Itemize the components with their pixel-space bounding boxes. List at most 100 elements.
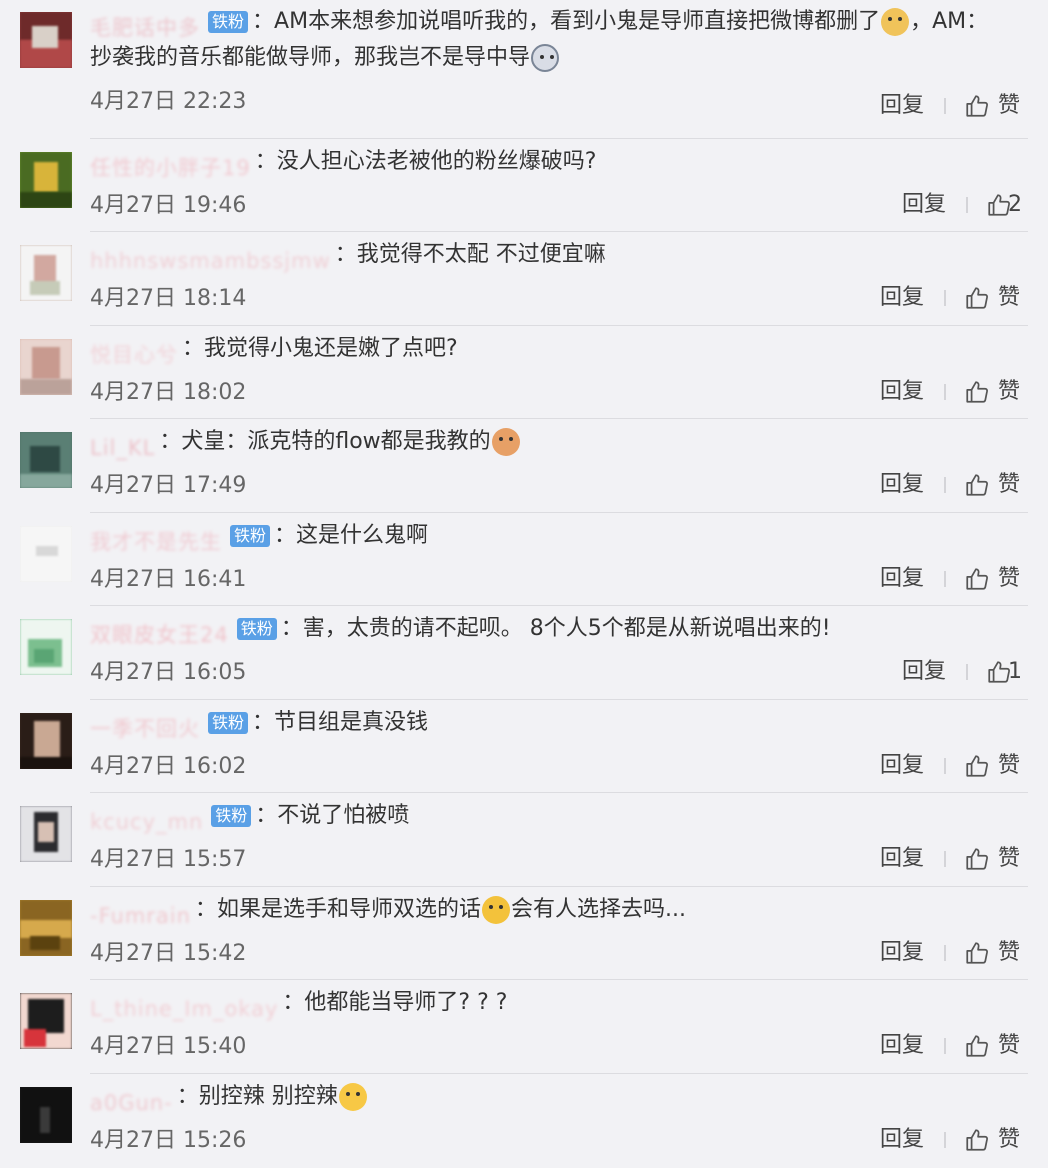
- like-count[interactable]: 赞: [998, 471, 1020, 499]
- comment-text: 我觉得小鬼还是嫩了点吧?: [204, 336, 458, 361]
- thumbs-up-icon[interactable]: [964, 753, 990, 779]
- username-link[interactable]: Lil_KL: [90, 431, 155, 459]
- comment-item: 我才不是先生 铁粉 ：这是什么鬼啊 4月27日 16:41 回复 赞: [0, 514, 1048, 607]
- fan-badge: 铁粉: [236, 618, 277, 640]
- username-link[interactable]: 毛肥话中多: [90, 11, 200, 39]
- comment-divider: [90, 1073, 1028, 1074]
- comment-item: 毛肥话中多 铁粉 ：AM本来想参加说唱听我的，看到小鬼是导师直接把微博都删了 ，AM：…: [0, 0, 1048, 140]
- comment-content: 一季不回火 铁粉 ：节目组是真没钱: [90, 705, 1028, 741]
- comment-time: 4月27日 16:41: [90, 567, 247, 592]
- comment-item: 悦目心兮 ：我觉得小鬼还是嫩了点吧? 4月27日 18:02 回复 赞: [0, 327, 1048, 420]
- username: L_thine_Im_okay: [90, 997, 279, 1021]
- avatar[interactable]: [20, 245, 72, 301]
- colon: ：: [159, 429, 182, 454]
- comment-item: -Fumrain ：如果是选手和导师双选的话 会有人选择去吗... 4月27日 15:…: [0, 888, 1048, 981]
- comment-time: 4月27日 16:02: [90, 754, 247, 779]
- avatar[interactable]: [20, 152, 72, 208]
- reply-button[interactable]: 回复: [880, 1032, 924, 1060]
- action-divider: [966, 197, 968, 213]
- reply-button[interactable]: 回复: [880, 565, 924, 593]
- fan-badge: 铁粉: [230, 525, 271, 547]
- comment-text: 会有人选择去吗...: [510, 897, 686, 922]
- reply-button[interactable]: 回复: [880, 378, 924, 406]
- reply-button[interactable]: 回复: [902, 191, 946, 219]
- reply-button[interactable]: 回复: [902, 658, 946, 686]
- comment-item: a0Gun- ：别控辣 别控辣 4月27日 15:26 回复 赞: [0, 1075, 1048, 1168]
- avatar[interactable]: [20, 339, 72, 395]
- like-count[interactable]: 赞: [998, 752, 1020, 780]
- colon: ：: [274, 523, 297, 548]
- username-link[interactable]: a0Gun-: [90, 1086, 173, 1114]
- comment-divider: [90, 325, 1028, 326]
- comment-time: 4月27日 19:46: [90, 193, 247, 218]
- avatar[interactable]: [20, 993, 72, 1049]
- thumbs-up-icon[interactable]: [964, 846, 990, 872]
- comment-item: 一季不回火 铁粉 ：节目组是真没钱 4月27日 16:02 回复 赞: [0, 701, 1048, 794]
- action-divider: [944, 98, 946, 114]
- reply-button[interactable]: 回复: [880, 845, 924, 873]
- comment-item: 双眼皮女王24 铁粉 ：害，太贵的请不起呗。 8个人5个都是从新说唱出来的! 4月27…: [0, 607, 1048, 700]
- comment-content: hhhnswsmambssjmw ：我觉得不太配 不过便宜嘛: [90, 237, 1028, 273]
- username: 毛肥话中多: [90, 16, 200, 40]
- like-count[interactable]: 赞: [998, 378, 1020, 406]
- like-count[interactable]: 赞: [998, 1126, 1020, 1154]
- avatar[interactable]: [20, 900, 72, 956]
- reply-button[interactable]: 回复: [880, 752, 924, 780]
- like-count[interactable]: 赞: [998, 284, 1020, 312]
- reply-button[interactable]: 回复: [880, 1126, 924, 1154]
- username-link[interactable]: hhhnswsmambssjmw: [90, 244, 331, 272]
- comment-text: 不说了怕被喷: [277, 803, 410, 828]
- comment-content: 双眼皮女王24 铁粉 ：害，太贵的请不起呗。 8个人5个都是从新说唱出来的!: [90, 611, 1028, 647]
- thumbs-up-icon[interactable]: [964, 472, 990, 498]
- username: Lil_KL: [90, 436, 156, 460]
- username-link[interactable]: 我才不是先生: [90, 525, 222, 553]
- fan-badge: 铁粉: [208, 11, 249, 33]
- reply-button[interactable]: 回复: [880, 471, 924, 499]
- thumbs-up-icon[interactable]: [964, 285, 990, 311]
- username-link[interactable]: kcucy_mn: [90, 805, 203, 833]
- avatar[interactable]: [20, 806, 72, 862]
- thumbs-up-icon[interactable]: [964, 379, 990, 405]
- reply-button[interactable]: 回复: [880, 92, 924, 120]
- comment-divider: [90, 886, 1028, 887]
- thumbs-up-icon[interactable]: [964, 566, 990, 592]
- comment-text: 害，太贵的请不起呗。 8个人5个都是从新说唱出来的!: [302, 616, 831, 641]
- avatar[interactable]: [20, 12, 72, 68]
- thumbs-up-icon[interactable]: [964, 93, 990, 119]
- avatar[interactable]: [20, 432, 72, 488]
- username-link[interactable]: 任性的小胖子19: [90, 151, 251, 179]
- comment-time: 4月27日 15:57: [90, 847, 247, 872]
- comment-content: a0Gun- ：别控辣 别控辣: [90, 1079, 1028, 1115]
- thumbs-up-icon[interactable]: [964, 940, 990, 966]
- like-count[interactable]: 2: [1008, 191, 1022, 219]
- colon: ：: [182, 336, 205, 361]
- username: kcucy_mn: [90, 810, 204, 834]
- like-count[interactable]: 赞: [998, 92, 1020, 120]
- avatar[interactable]: [20, 526, 72, 582]
- reply-button[interactable]: 回复: [880, 939, 924, 967]
- like-count[interactable]: 赞: [998, 1032, 1020, 1060]
- avatar[interactable]: [20, 619, 72, 675]
- shy-emoji-icon: [481, 896, 510, 924]
- username-link[interactable]: 一季不回火: [90, 712, 200, 740]
- comment-content: 悦目心兮 ：我觉得小鬼还是嫩了点吧?: [90, 331, 1028, 367]
- reply-button[interactable]: 回复: [880, 284, 924, 312]
- like-count[interactable]: 赞: [998, 939, 1020, 967]
- thumbs-up-icon[interactable]: [964, 1033, 990, 1059]
- comment-divider: [90, 979, 1028, 980]
- username-link[interactable]: L_thine_Im_okay: [90, 992, 278, 1020]
- comment-item: hhhnswsmambssjmw ：我觉得不太配 不过便宜嘛 4月27日 18:14…: [0, 233, 1048, 326]
- comment-item: kcucy_mn 铁粉 ：不说了怕被喷 4月27日 15:57 回复 赞: [0, 794, 1048, 887]
- comment-divider: [90, 138, 1028, 139]
- avatar[interactable]: [20, 1087, 72, 1143]
- like-count[interactable]: 赞: [998, 845, 1020, 873]
- avatar[interactable]: [20, 713, 72, 769]
- comment-time: 4月27日 16:05: [90, 660, 247, 685]
- like-count[interactable]: 赞: [998, 565, 1020, 593]
- username-link[interactable]: 双眼皮女王24: [90, 618, 229, 646]
- thumbs-up-icon[interactable]: [964, 1127, 990, 1153]
- like-count[interactable]: 1: [1008, 658, 1022, 686]
- comment-text: 犬皇：派克特的flow都是我教的: [181, 429, 491, 454]
- username-link[interactable]: -Fumrain: [90, 899, 191, 927]
- username-link[interactable]: 悦目心兮: [90, 338, 178, 366]
